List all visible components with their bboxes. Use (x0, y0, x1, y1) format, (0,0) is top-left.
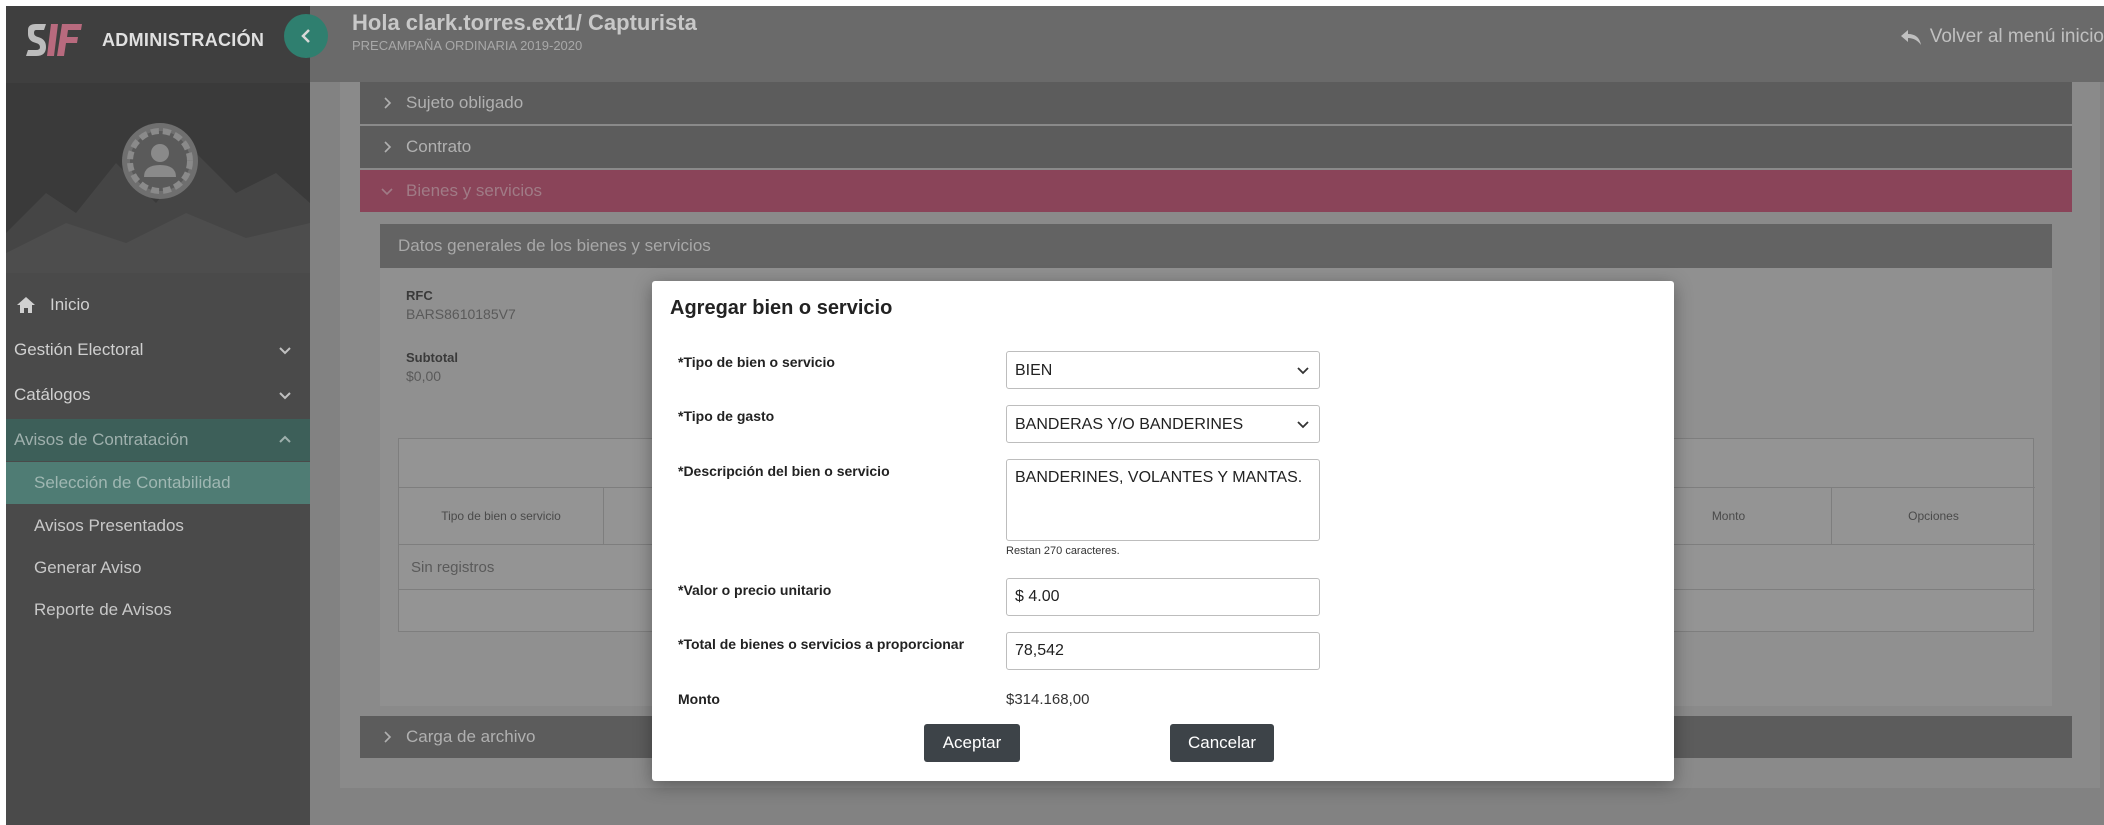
accordion-contrato[interactable]: Contrato (360, 126, 2072, 168)
rfc-value: BARS8610185V7 (406, 306, 516, 322)
sidebar-item-gestion-electoral[interactable]: Gestión Electoral (6, 329, 310, 371)
valor-unitario-label: *Valor o precio unitario (678, 582, 832, 598)
sidebar-item-label: Avisos de Contratación (14, 430, 189, 449)
sidebar-item-label: Inicio (50, 295, 90, 314)
sidebar: ADMINISTRACIÓN Inicio Gestión Electoral (6, 6, 310, 825)
sif-logo-icon (26, 24, 82, 56)
subtotal-label: Subtotal (406, 350, 458, 365)
sidebar-collapse-button[interactable] (284, 14, 328, 58)
sidebar-subitem-reporte-avisos[interactable]: Reporte de Avisos (6, 589, 310, 631)
process-name: PRECAMPAÑA ORDINARIA 2019-2020 (352, 38, 583, 53)
monto-value: $314.168,00 (1006, 691, 1090, 708)
accordion-label: Contrato (406, 137, 472, 156)
characters-remaining: Restan 270 caracteres. (1006, 545, 1120, 557)
total-bienes-input[interactable] (1006, 632, 1320, 670)
accordion-label: Sujeto obligado (406, 93, 524, 112)
sidebar-subitem-avisos-presentados[interactable]: Avisos Presentados (6, 505, 310, 547)
reply-arrow-icon (1900, 30, 1921, 45)
brand-title: ADMINISTRACIÓN (102, 30, 265, 50)
accordion-sujeto-obligado[interactable]: Sujeto obligado (360, 82, 2072, 124)
chevron-down-icon (381, 188, 393, 196)
chevron-down-icon (279, 347, 291, 355)
back-link-label: Volver al menú inicio (1929, 26, 2104, 47)
table-header-opciones: Opciones (1831, 487, 2035, 545)
back-to-menu-link[interactable]: Volver al menú inicio (1900, 26, 2104, 48)
modal-title: Agregar bien o servicio (670, 297, 893, 319)
tipo-gasto-label: *Tipo de gasto (678, 408, 775, 424)
chevron-right-icon (384, 731, 392, 743)
chevron-left-icon (301, 29, 310, 43)
chevron-up-icon (279, 435, 291, 443)
chevron-right-icon (384, 141, 392, 153)
sidebar-item-label: Catálogos (14, 385, 91, 404)
accordion-label: Bienes y servicios (406, 181, 543, 200)
add-item-modal: Agregar bien o servicio *Tipo de bien o … (652, 281, 1674, 781)
sidebar-brand: ADMINISTRACIÓN (6, 6, 310, 83)
accept-button[interactable]: Aceptar (924, 724, 1020, 762)
home-icon (17, 297, 35, 313)
card-title: Datos generales de los bienes y servicio… (380, 224, 2052, 268)
sidebar-subitem-generar-aviso[interactable]: Generar Aviso (6, 547, 310, 589)
accordion-bienes-servicios[interactable]: Bienes y servicios (360, 170, 2072, 212)
total-bienes-label: *Total de bienes o servicios a proporcio… (678, 636, 965, 652)
user-avatar-icon (122, 123, 198, 199)
tipo-bien-select[interactable]: BIEN (1006, 351, 1320, 389)
accordion-label: Carga de archivo (406, 727, 536, 746)
sidebar-item-inicio[interactable]: Inicio (6, 284, 310, 326)
sidebar-item-label: Gestión Electoral (14, 340, 144, 359)
app-window: ADMINISTRACIÓN Inicio Gestión Electoral (6, 6, 2104, 825)
cancel-button[interactable]: Cancelar (1170, 724, 1274, 762)
table-header-tipo: Tipo de bien o servicio (399, 487, 603, 545)
sidebar-item-catalogos[interactable]: Catálogos (6, 374, 310, 416)
top-header: Hola clark.torres.ext1/ Capturista PRECA… (310, 6, 2104, 82)
table-empty-message: Sin registros (411, 559, 495, 576)
monto-label: Monto (678, 691, 720, 707)
sidebar-subitem-seleccion-contabilidad[interactable]: Selección de Contabilidad (6, 462, 310, 504)
descripcion-textarea[interactable]: BANDERINES, VOLANTES Y MANTAS. (1006, 459, 1320, 541)
subtotal-value: $0,00 (406, 368, 442, 384)
tipo-gasto-select[interactable]: BANDERAS Y/O BANDERINES (1006, 405, 1320, 443)
valor-unitario-input[interactable] (1006, 578, 1320, 616)
descripcion-label: *Descripción del bien o servicio (678, 463, 890, 479)
chevron-down-icon (279, 392, 291, 400)
profile-area (6, 83, 310, 273)
rfc-label: RFC (406, 288, 433, 303)
chevron-right-icon (384, 97, 392, 109)
tipo-bien-label: *Tipo de bien o servicio (678, 354, 835, 370)
user-greeting: Hola clark.torres.ext1/ Capturista (352, 10, 697, 35)
sidebar-item-avisos-contratacion[interactable]: Avisos de Contratación (6, 419, 310, 461)
